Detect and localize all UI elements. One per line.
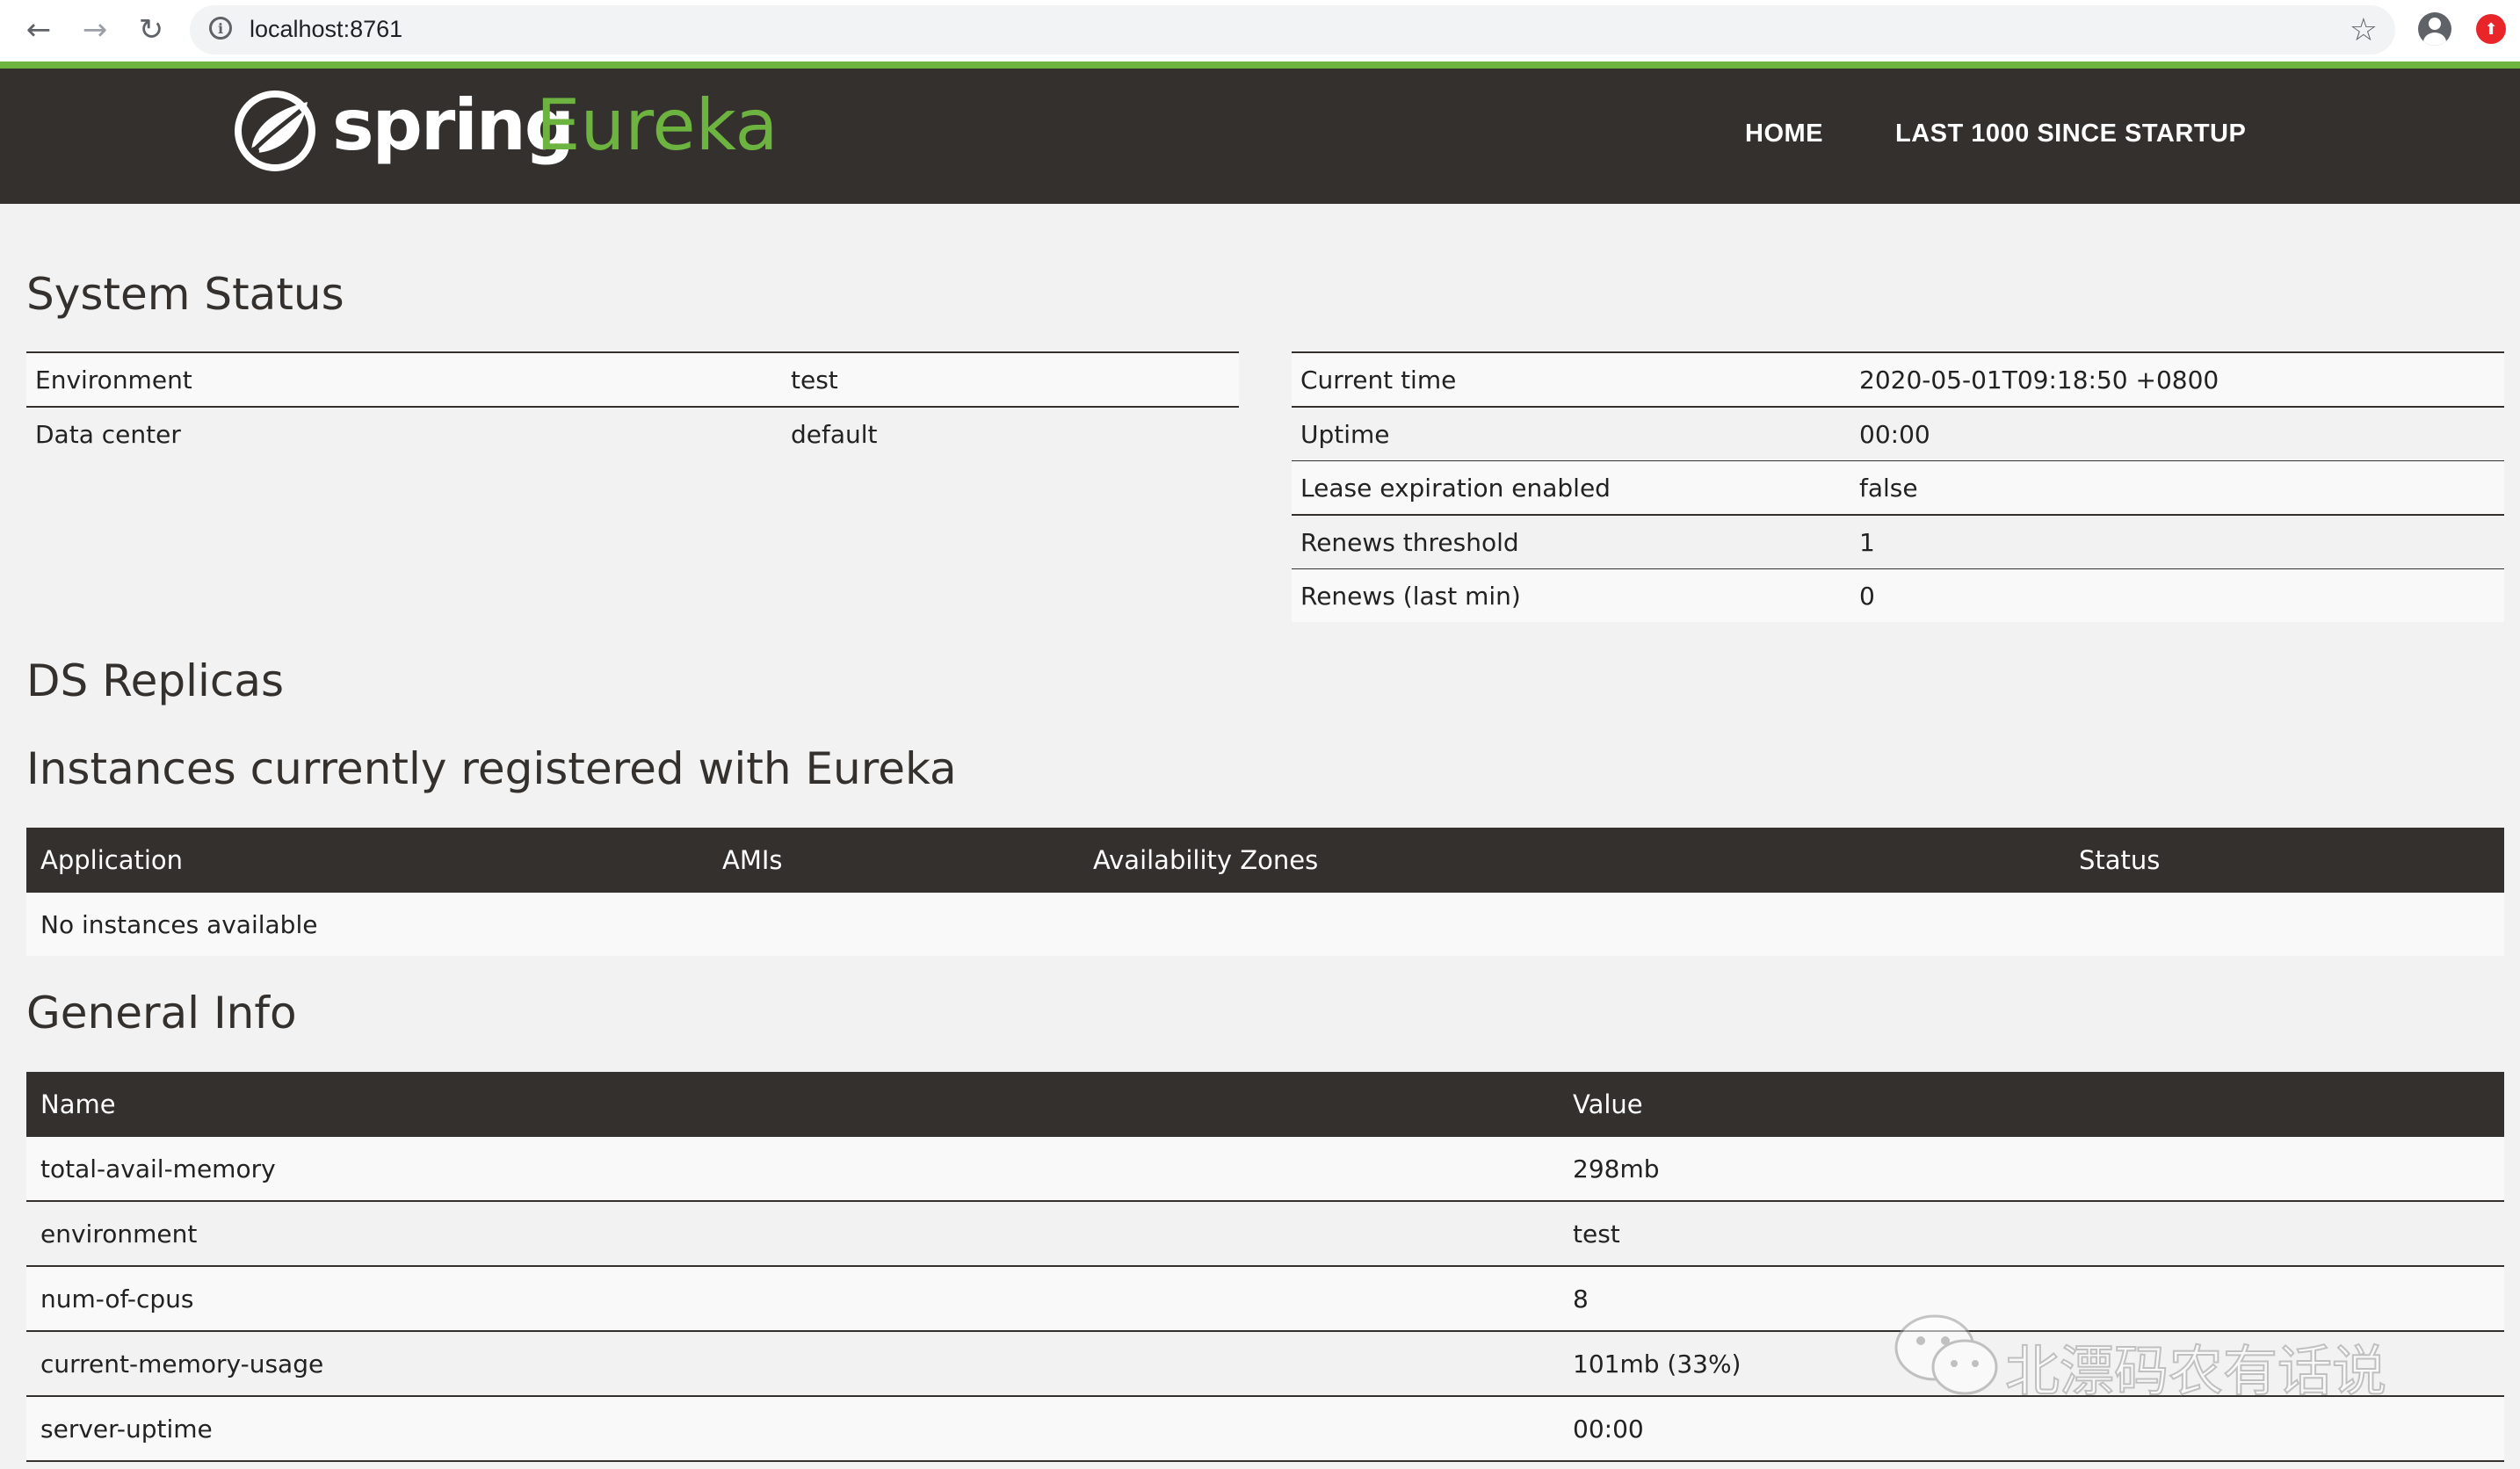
status-key: Current time [1292,351,1850,407]
spring-leaf-icon[interactable] [234,90,316,172]
table-row: Renews (last min) 0 [1292,568,2504,622]
address-bar[interactable]: i localhost:8761 ☆ [190,5,2395,54]
eureka-navbar: spring Eureka HOME LAST 1000 SINCE START… [0,69,2520,204]
column-header-value: Value [1559,1072,2504,1137]
table-row: total-avail-memory 298mb [26,1137,2504,1202]
nav-home-link[interactable]: HOME [1745,119,1823,148]
info-name: server-uptime [26,1396,1559,1462]
status-key: Renews (last min) [1292,568,1850,622]
column-header-amis: AMIs [708,828,1079,893]
status-value: test [782,351,1239,407]
back-arrow-icon[interactable]: ← [21,12,56,47]
info-name: total-avail-memory [26,1137,1559,1202]
column-header-name: Name [26,1072,1559,1137]
nav-last-1000-link[interactable]: LAST 1000 SINCE STARTUP [1895,119,2246,148]
system-status-left-table: Environment test Data center default [26,351,1239,460]
logo-eureka-text[interactable]: Eureka [536,84,778,166]
url-text[interactable]: localhost:8761 [250,16,402,43]
status-key: Data center [26,406,782,460]
status-value: 2020-05-01T09:18:50 +0800 [1850,351,2504,407]
info-value: test [1559,1201,2504,1267]
wechat-icon [1894,1314,1998,1395]
watermark-text: 北漂码农有话说 [2004,1338,2387,1404]
column-header-availability-zones: Availability Zones [1079,828,2065,893]
profile-avatar-icon[interactable] [2418,12,2451,46]
status-key: Lease expiration enabled [1292,460,1850,515]
watermark: 北漂码农有话说 [1891,1311,2453,1407]
status-key: Uptime [1292,406,1850,461]
table-row: Data center default [26,406,1239,460]
reload-icon[interactable]: ↻ [134,12,169,47]
info-name: current-memory-usage [26,1331,1559,1397]
instances-table: Application AMIs Availability Zones Stat… [26,828,2504,956]
status-key: Environment [26,351,782,407]
status-value: false [1850,460,2504,515]
bookmark-star-icon[interactable]: ☆ [2350,12,2378,48]
status-value: default [782,406,1239,460]
status-value: 0 [1850,568,2504,622]
table-row: environment test [26,1201,2504,1267]
general-info-heading: General Info [26,988,297,1038]
extension-icon[interactable]: ⬆ [2476,14,2506,44]
table-row: Environment test [26,351,1239,407]
table-row: Uptime 00:00 [1292,406,2504,461]
info-icon[interactable]: i [209,17,232,40]
status-key: Renews threshold [1292,514,1850,569]
table-row: No instances available [26,893,2504,956]
table-row: Renews threshold 1 [1292,514,2504,569]
info-name: environment [26,1201,1559,1267]
info-name: num-of-cpus [26,1266,1559,1332]
browser-toolbar: ← → ↻ i localhost:8761 ☆ ⬆ [0,0,2520,62]
table-header-row: Application AMIs Availability Zones Stat… [26,828,2504,893]
instances-heading: Instances currently registered with Eure… [26,743,957,794]
status-value: 1 [1850,514,2504,569]
forward-arrow-icon[interactable]: → [77,12,112,47]
status-value: 00:00 [1850,406,2504,461]
ds-replicas-heading: DS Replicas [26,655,285,706]
empty-state-text: No instances available [26,893,2504,956]
table-row: Current time 2020-05-01T09:18:50 +0800 [1292,351,2504,407]
info-value: 298mb [1559,1137,2504,1202]
system-status-right-table: Current time 2020-05-01T09:18:50 +0800 U… [1292,351,2504,622]
accent-divider [0,62,2520,69]
table-header-row: Name Value [26,1072,2504,1137]
column-header-status: Status [2065,828,2504,893]
column-header-application: Application [26,828,708,893]
table-row: Lease expiration enabled false [1292,460,2504,515]
system-status-heading: System Status [26,269,344,320]
